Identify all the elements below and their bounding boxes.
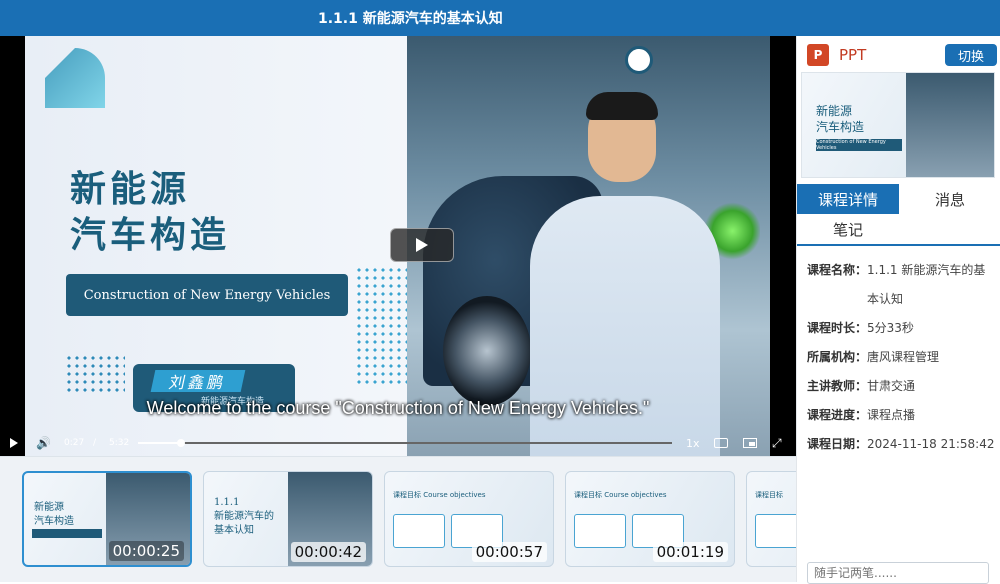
detail-key: 课程进度：	[807, 408, 868, 422]
detail-value: 2024-11-18 21:58:42	[867, 437, 995, 451]
presenter-name: 刘鑫鹏	[150, 370, 246, 392]
thumbnail-heading: 课程目标 Course objectives	[393, 491, 486, 499]
detail-row: 课程时长： 5分33秒	[807, 314, 997, 343]
progress-fill	[138, 442, 182, 444]
picture-in-picture-icon[interactable]	[743, 438, 757, 448]
play-icon	[416, 238, 428, 252]
video-frame[interactable]: 新能源 汽车构造 Construction of New Energy Vehi…	[25, 36, 770, 456]
video-subtitle: Welcome to the course "Construction of N…	[146, 398, 650, 418]
ppt-label: PPT	[839, 46, 867, 64]
detail-value: 甘肃交通	[867, 379, 916, 393]
thumbnail-time: 00:00:42	[290, 542, 366, 562]
powerpoint-icon: P	[807, 44, 829, 66]
thumbnail-heading: 课程目标 Course objectives	[574, 491, 667, 499]
total-time: 5:32	[109, 438, 130, 448]
slide-title-line1: 新能源	[70, 168, 191, 210]
player-controls: 🔊 0:27 / 5:32 1x ⤢	[0, 430, 796, 456]
play-icon[interactable]	[10, 438, 18, 448]
detail-key: 课程日期：	[807, 437, 868, 451]
chapter-thumbnail[interactable]: 课程目标 Course objectives 00:00:57	[384, 471, 554, 567]
detail-key: 课程名称：	[807, 263, 868, 277]
detail-row: 课程日期： 2024-11-18 21:58:42	[807, 430, 997, 459]
detail-row: 主讲教师： 甘肃交通	[807, 372, 997, 401]
progress-bar[interactable]	[138, 439, 672, 447]
ppt-header: P PPT 切换	[807, 44, 997, 68]
chapter-thumbnail[interactable]: 新能源 汽车构造 00:00:25	[22, 471, 192, 567]
course-title-bar: 1.1.1 新能源汽车的基本认知	[0, 0, 1000, 36]
fullscreen-icon[interactable]: ⤢	[772, 436, 782, 451]
detail-row: 课程名称： 1.1.1 新能源汽车的基本认知	[807, 256, 997, 314]
school-logo-icon	[625, 46, 653, 74]
center-play-button[interactable]	[390, 228, 454, 262]
detail-key: 课程时长：	[807, 321, 868, 335]
thumbnail-heading: 课程目标	[755, 491, 783, 499]
switch-button[interactable]: 切换	[945, 44, 997, 66]
detail-value: 唐风课程管理	[867, 350, 940, 364]
chapter-thumbnail-strip: 新能源 汽车构造 00:00:25 1.1.1 新能源汽车的 基本认知 00:0…	[0, 456, 796, 582]
video-player[interactable]: 新能源 汽车构造 Construction of New Energy Vehi…	[0, 36, 796, 456]
slide-dot-pattern	[355, 266, 410, 386]
detail-value: 课程点播	[867, 408, 916, 422]
detail-value: 5分33秒	[867, 321, 914, 335]
ppt-preview-subtitle: Construction of New Energy Vehicles	[816, 139, 902, 151]
thumbnail-bar	[32, 529, 102, 538]
detail-value: 1.1.1 新能源汽车的基本认知	[867, 263, 986, 306]
tab-course-details[interactable]: 课程详情	[797, 184, 899, 214]
thumbnail-time: 00:00:57	[471, 542, 547, 562]
thumbnail-title: 1.1.1 新能源汽车的 基本认知	[214, 497, 274, 536]
ppt-preview[interactable]: 新能源 汽车构造 Construction of New Energy Vehi…	[801, 72, 995, 178]
note-input[interactable]	[807, 562, 989, 584]
progress-handle[interactable]	[177, 439, 186, 447]
time-separator: /	[93, 438, 97, 448]
slide-decoration	[45, 48, 105, 108]
thumbnail-time: 00:01:19	[652, 542, 728, 562]
chapter-thumbnail[interactable]: 1.1.1 新能源汽车的 基本认知 00:00:42	[203, 471, 373, 567]
slide-dot-pattern	[65, 354, 125, 392]
ppt-preview-title: 新能源 汽车构造	[816, 104, 865, 134]
school-logo-text	[657, 48, 762, 70]
car-wheel-image	[443, 296, 531, 406]
tab-notes[interactable]: 笔记	[797, 214, 899, 244]
tab-messages[interactable]: 消息	[899, 184, 1000, 214]
slide-subtitle: Construction of New Energy Vehicles	[66, 274, 348, 316]
slide-title-line2: 汽车构造	[70, 214, 231, 256]
captions-icon[interactable]	[714, 438, 728, 448]
chapter-thumbnail[interactable]: 课程目标	[746, 471, 796, 567]
current-time: 0:27	[64, 438, 85, 448]
side-panel: P PPT 切换 新能源 汽车构造 Construction of New En…	[796, 36, 1000, 584]
chapter-thumbnail[interactable]: 课程目标 Course objectives 00:01:19	[565, 471, 735, 567]
playback-speed[interactable]: 1x	[686, 437, 700, 450]
thumbnail-time: 00:00:25	[108, 541, 184, 561]
thumbnail-title: 新能源 汽车构造	[34, 502, 74, 527]
detail-key: 主讲教师：	[807, 379, 868, 393]
course-details: 课程名称： 1.1.1 新能源汽车的基本认知 课程时长： 5分33秒 所属机构：…	[807, 256, 997, 459]
detail-row: 课程进度： 课程点播	[807, 401, 997, 430]
volume-icon[interactable]: 🔊	[36, 436, 51, 450]
detail-row: 所属机构： 唐风课程管理	[807, 343, 997, 372]
side-tabs: 课程详情 消息 笔记	[797, 184, 1000, 246]
course-title: 1.1.1 新能源汽车的基本认知	[318, 11, 503, 27]
slide-title: 新能源 汽车构造	[70, 166, 230, 258]
detail-key: 所属机构：	[807, 350, 868, 364]
